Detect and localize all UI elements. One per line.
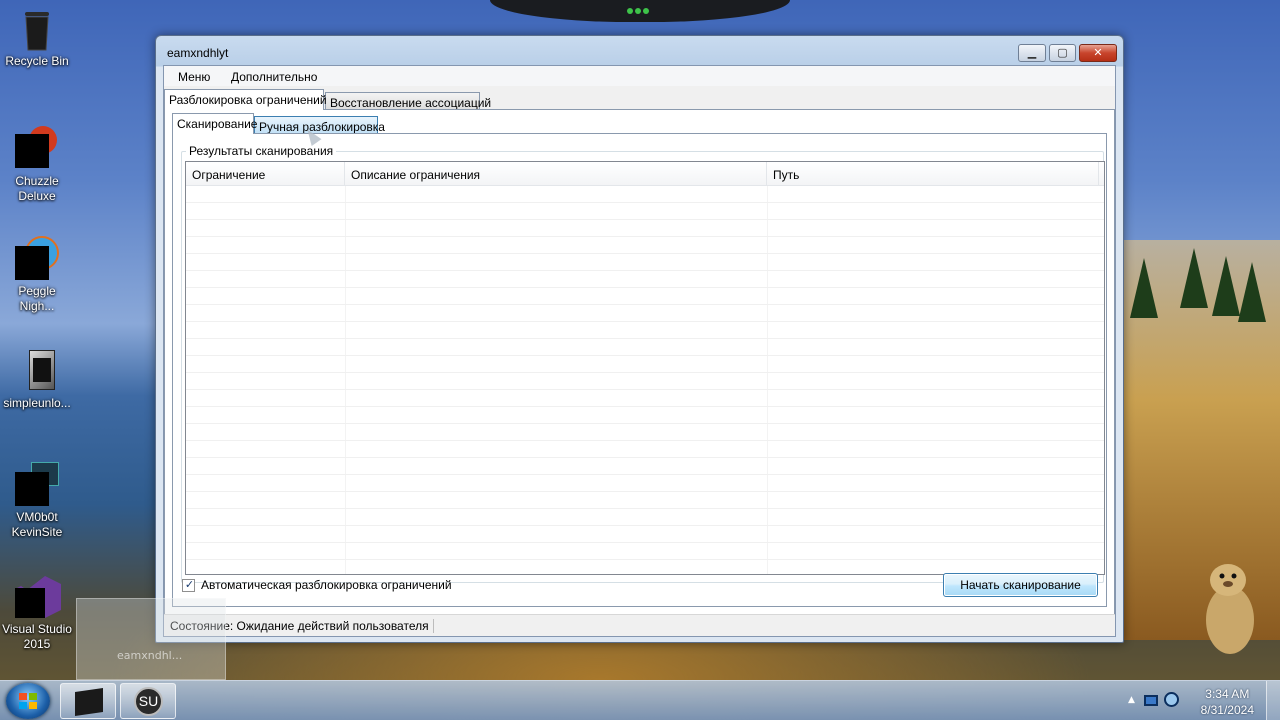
- auto-unlock-checkbox[interactable]: ✓: [182, 578, 195, 592]
- visual-studio-icon: [15, 574, 61, 618]
- empty-list-row: [186, 475, 1104, 492]
- empty-list-row: [186, 526, 1104, 543]
- scan-results-title: Результаты сканирования: [186, 144, 337, 158]
- desktop-icon-visual-studio[interactable]: Visual Studio 2015: [0, 574, 74, 652]
- vm-icon: [15, 462, 59, 506]
- close-button[interactable]: ✕: [1079, 44, 1117, 62]
- clock[interactable]: 3:34 AM 8/31/2024: [1201, 686, 1254, 718]
- title-bar[interactable]: eamxndhlyt ▁ ▢ ✕: [156, 36, 1123, 66]
- show-hidden-icons-icon[interactable]: ▲: [1128, 695, 1135, 705]
- menu-bar: Меню Дополнительно: [164, 66, 1115, 86]
- wallpaper-tree: [1180, 248, 1208, 308]
- peggle-icon: [15, 236, 59, 280]
- menu-item-menu[interactable]: Меню: [178, 70, 210, 84]
- main-tab-panel: Сканирование Ручная разблокировка Резуль…: [164, 109, 1115, 615]
- maximize-icon: ▢: [1057, 46, 1068, 59]
- empty-list-row: [186, 271, 1104, 288]
- start-button[interactable]: [6, 683, 50, 719]
- show-desktop-button[interactable]: [1266, 681, 1280, 720]
- scan-results-list[interactable]: Ограничение Описание ограничения Путь: [185, 161, 1105, 575]
- desktop-icon-label: Chuzzle Deluxe: [15, 174, 59, 203]
- led-indicator: [635, 8, 641, 14]
- taskbar: SU ▲ 3:34 AM 8/31/2024: [0, 680, 1280, 720]
- tab-unlock-restrictions[interactable]: Разблокировка ограничений: [164, 89, 327, 110]
- desktop-icon-chuzzle[interactable]: Chuzzle Deluxe: [0, 126, 74, 204]
- maximize-button[interactable]: ▢: [1049, 44, 1076, 62]
- desktop-icon-label: Peggle Nigh...: [18, 284, 56, 313]
- scan-tab-panel: Результаты сканирования Ограничение Опис…: [172, 133, 1107, 607]
- desktop-icon-label: Visual Studio 2015: [2, 622, 72, 651]
- empty-list-row: [186, 390, 1104, 407]
- list-header: Ограничение Описание ограничения Путь: [186, 162, 1104, 186]
- taskbar-item-su[interactable]: SU: [120, 683, 176, 719]
- desktop-icon-label: VM0b0t KevinSite: [11, 510, 63, 539]
- empty-list-row: [186, 424, 1104, 441]
- windows-logo-icon: [19, 693, 37, 709]
- desktop-icon-vm0b0t[interactable]: VM0b0t KevinSite: [0, 462, 74, 540]
- start-scan-button[interactable]: Начать сканирование: [943, 573, 1098, 597]
- file-icon: [15, 348, 59, 392]
- empty-list-row: [186, 373, 1104, 390]
- chuzzle-icon: [15, 126, 59, 170]
- empty-list-row: [186, 407, 1104, 424]
- gopher-mascot-icon: [1198, 558, 1262, 658]
- led-indicator: [643, 8, 649, 14]
- empty-list-row: [186, 203, 1104, 220]
- system-tray: ▲ 3:34 AM 8/31/2024: [1120, 681, 1280, 720]
- empty-list-row: [186, 288, 1104, 305]
- empty-list-row: [186, 492, 1104, 509]
- wallpaper-tree: [1238, 262, 1266, 322]
- close-icon: ✕: [1093, 46, 1103, 59]
- desktop-icon-recycle-bin[interactable]: Recycle Bin: [0, 6, 74, 69]
- empty-list-row: [186, 458, 1104, 475]
- status-bar: Состояние: Ожидание действий пользовател…: [164, 614, 1115, 636]
- menu-item-advanced[interactable]: Дополнительно: [231, 70, 317, 84]
- window-client-area: Меню Дополнительно Разблокировка огранич…: [163, 65, 1116, 637]
- led-indicator: [627, 8, 633, 14]
- column-header-description[interactable]: Описание ограничения: [345, 162, 767, 186]
- auto-unlock-label: Автоматическая разблокировка ограничений: [201, 578, 452, 592]
- top-notch-decoration: [490, 0, 790, 22]
- app-black-box-icon: [75, 688, 103, 716]
- clock-time: 3:34 AM: [1205, 687, 1250, 701]
- network-icon[interactable]: [1144, 695, 1158, 706]
- clock-date: 8/31/2024: [1200, 703, 1254, 717]
- desktop-icon-peggle[interactable]: Peggle Nigh...: [0, 236, 74, 314]
- tab-scanning[interactable]: Сканирование: [172, 113, 257, 134]
- wallpaper-tree: [1130, 258, 1158, 318]
- empty-list-row: [186, 322, 1104, 339]
- empty-list-row: [186, 509, 1104, 526]
- taskbar-item-app[interactable]: [60, 683, 116, 719]
- desktop-icon-simpleunlocker[interactable]: simpleunlo...: [0, 348, 74, 411]
- column-header-path[interactable]: Путь: [767, 162, 1099, 186]
- app-window: eamxndhlyt ▁ ▢ ✕ Меню Дополнительно Разб…: [155, 35, 1124, 643]
- scan-results-group: Результаты сканирования Ограничение Опис…: [181, 144, 1105, 583]
- empty-list-row: [186, 305, 1104, 322]
- desktop-icon-label: simpleunlo...: [3, 396, 71, 410]
- empty-list-row: [186, 543, 1104, 560]
- ghost-label: eamxndhl...: [117, 649, 183, 662]
- minimize-button[interactable]: ▁: [1018, 44, 1046, 62]
- window-title: eamxndhlyt: [167, 46, 229, 60]
- empty-list-row: [186, 186, 1104, 203]
- empty-list-row: [186, 356, 1104, 373]
- empty-list-row: [186, 441, 1104, 458]
- window-drag-ghost: eamxndhl...: [76, 598, 226, 680]
- checkmark-icon: ✓: [184, 578, 195, 591]
- desktop-icon-label: Recycle Bin: [5, 54, 69, 68]
- tab-restore-associations[interactable]: Восстановление ассоциаций: [325, 92, 491, 110]
- su-app-icon: SU: [134, 687, 163, 716]
- recycle-bin-icon: [15, 6, 59, 51]
- empty-list-row: [186, 254, 1104, 271]
- empty-list-row: [186, 237, 1104, 254]
- empty-list-row: [186, 339, 1104, 356]
- minimize-icon: ▁: [1027, 46, 1037, 59]
- empty-list-row: [186, 220, 1104, 237]
- column-header-restriction[interactable]: Ограничение: [186, 162, 345, 186]
- wallpaper-tree: [1212, 256, 1240, 316]
- volume-icon[interactable]: [1164, 692, 1179, 707]
